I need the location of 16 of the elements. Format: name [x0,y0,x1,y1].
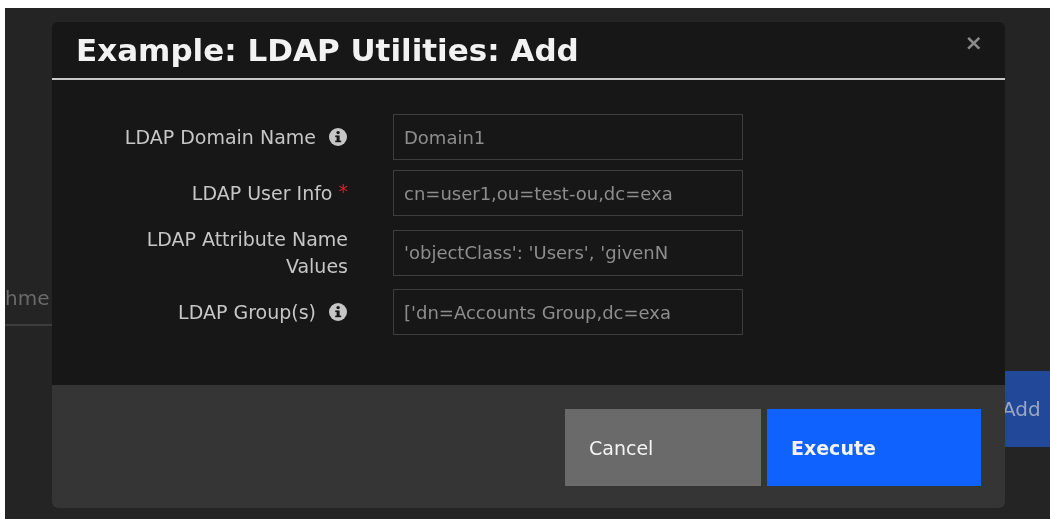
input-field[interactable]: ['dn=Accounts Group,dc=exa [393,289,743,336]
field-label: LDAP Domain Name [124,124,316,150]
dialog-title: Example: LDAP Utilities: Add [76,32,579,68]
input-field[interactable]: 'objectClass': 'Users', 'givenN [393,229,743,276]
tab-label[interactable]: hme [5,286,50,310]
field-label: LDAP Group(s) [178,299,316,325]
input-field[interactable]: cn=user1,ou=test-ou,dc=exa [393,170,743,216]
field-label: LDAP Attribute Name Values [145,227,348,279]
execute-button[interactable]: Execute [767,409,981,486]
field-label: LDAP User Info [191,180,333,206]
input-field[interactable]: Domain1 [393,114,743,160]
cancel-button[interactable]: Cancel [565,409,761,486]
info-icon[interactable] [328,127,348,147]
required-mark: * [338,179,348,202]
close-button[interactable]: × [964,30,983,55]
info-icon[interactable] [328,302,348,323]
